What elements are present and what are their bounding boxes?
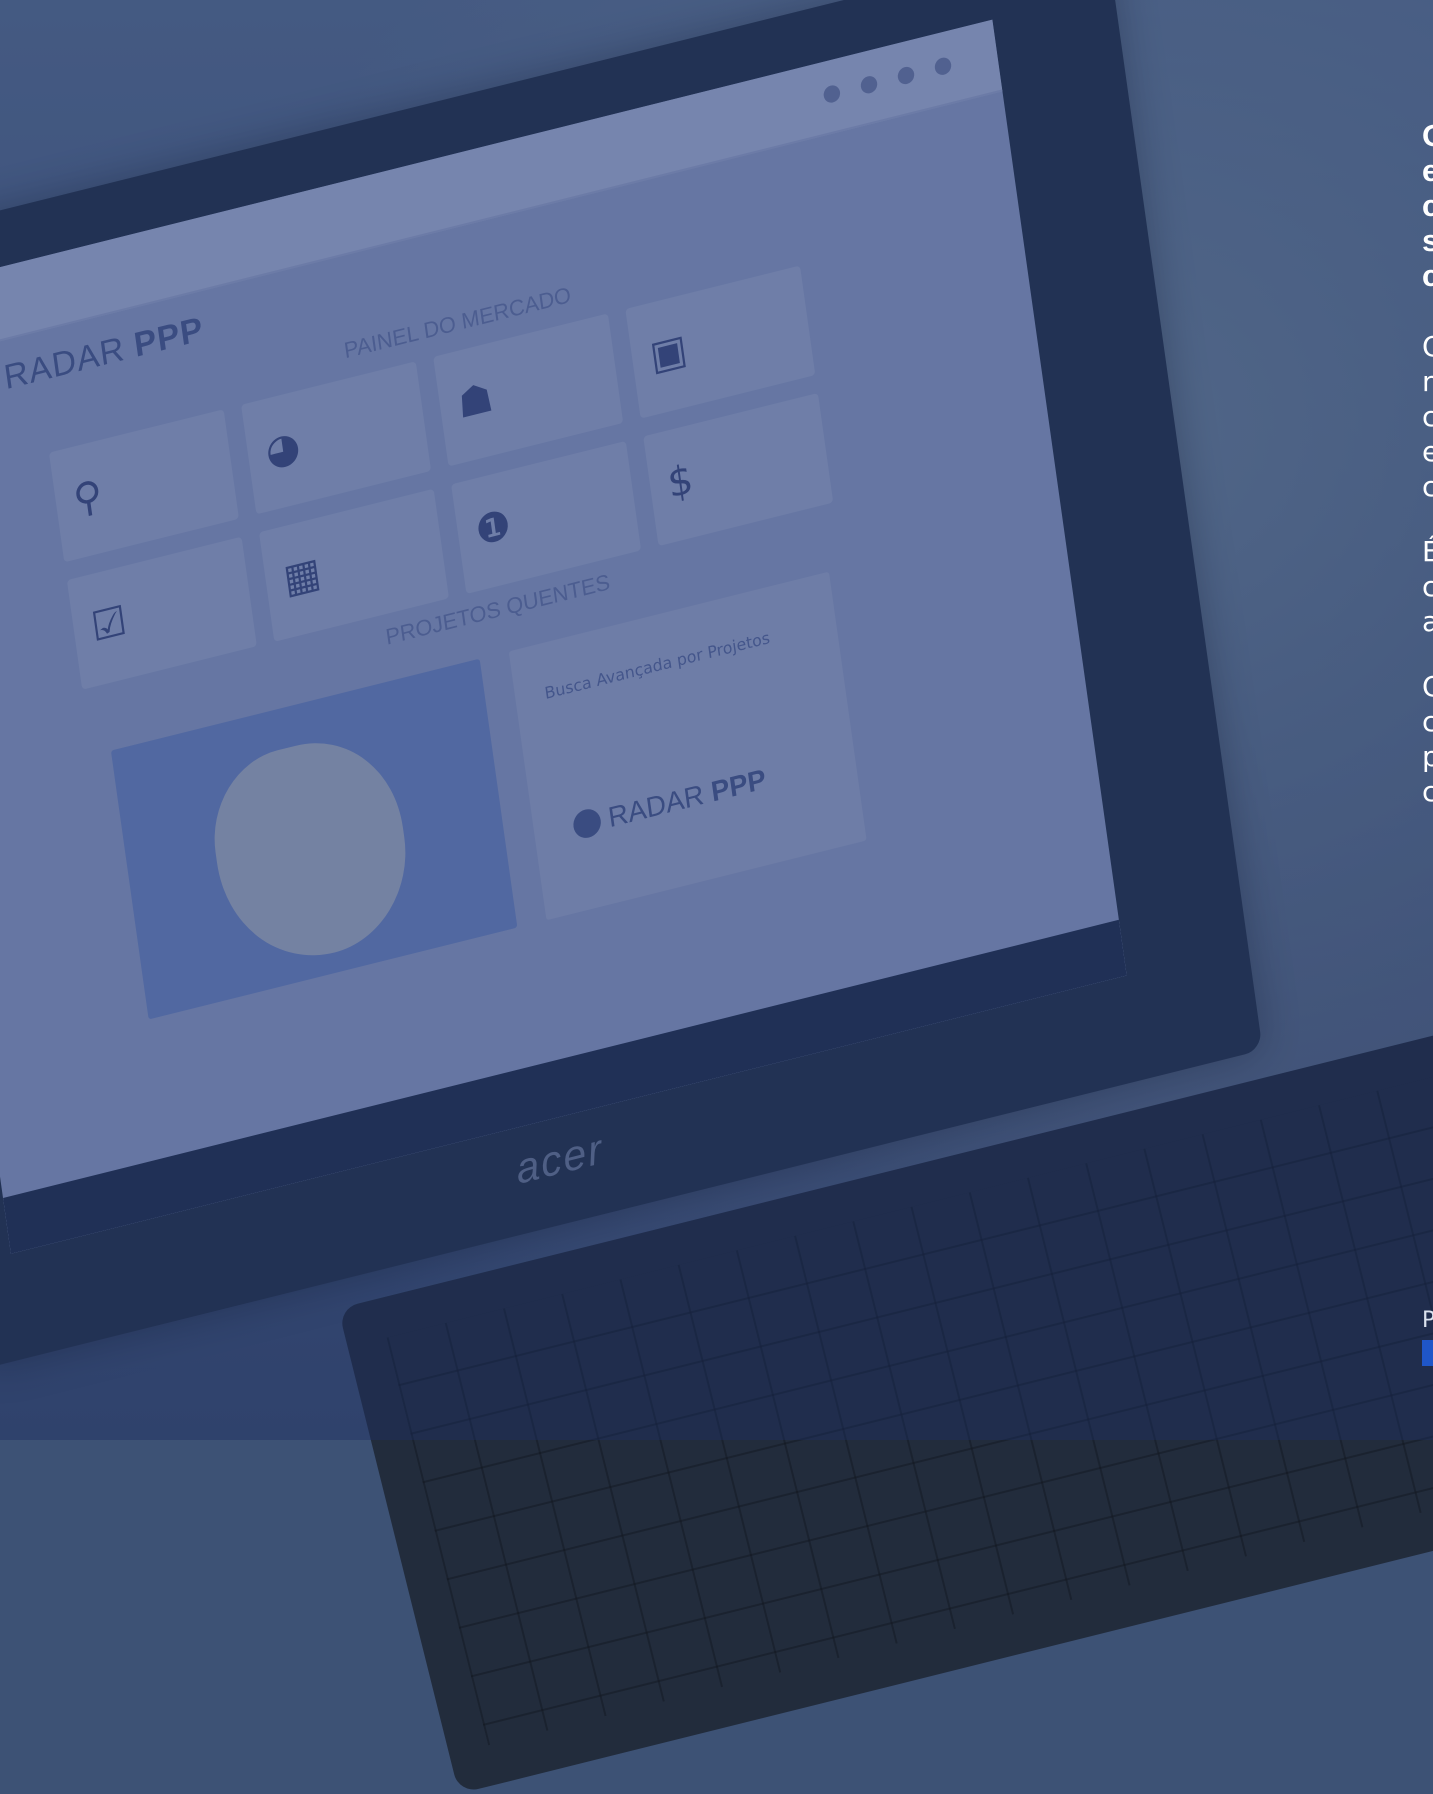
paragraph-line: É — [1422, 535, 1433, 568]
footer-link[interactable] — [1422, 1340, 1433, 1366]
hero-paragraph-3: O c p c — [1422, 669, 1433, 809]
headline-line: c — [1422, 258, 1433, 293]
paragraph-line: O — [1422, 330, 1433, 363]
hero-headline: O e c s c — [1422, 118, 1433, 293]
paragraph-line: c — [1422, 470, 1433, 503]
paragraph-line: n — [1422, 365, 1433, 398]
footer-label: P — [1422, 1308, 1433, 1333]
headline-line: e — [1422, 153, 1433, 188]
hero-text-column: O e c s c O n c e c É c a O c p c — [1422, 118, 1433, 809]
hero-paragraph-1: O n c e c — [1422, 329, 1433, 504]
paragraph-line: c — [1422, 570, 1433, 603]
paragraph-line: e — [1422, 435, 1433, 468]
paragraph-line: c — [1422, 400, 1433, 433]
headline-line: c — [1422, 188, 1433, 223]
headline-line: O — [1422, 118, 1433, 153]
headline-line: s — [1422, 223, 1433, 258]
paragraph-line: p — [1422, 740, 1433, 773]
hero-paragraph-2: É c a — [1422, 534, 1433, 639]
paragraph-line: O — [1422, 670, 1433, 703]
paragraph-line: a — [1422, 605, 1433, 638]
paragraph-line: c — [1422, 775, 1433, 808]
blue-overlay — [0, 0, 1433, 1440]
paragraph-line: c — [1422, 705, 1433, 738]
